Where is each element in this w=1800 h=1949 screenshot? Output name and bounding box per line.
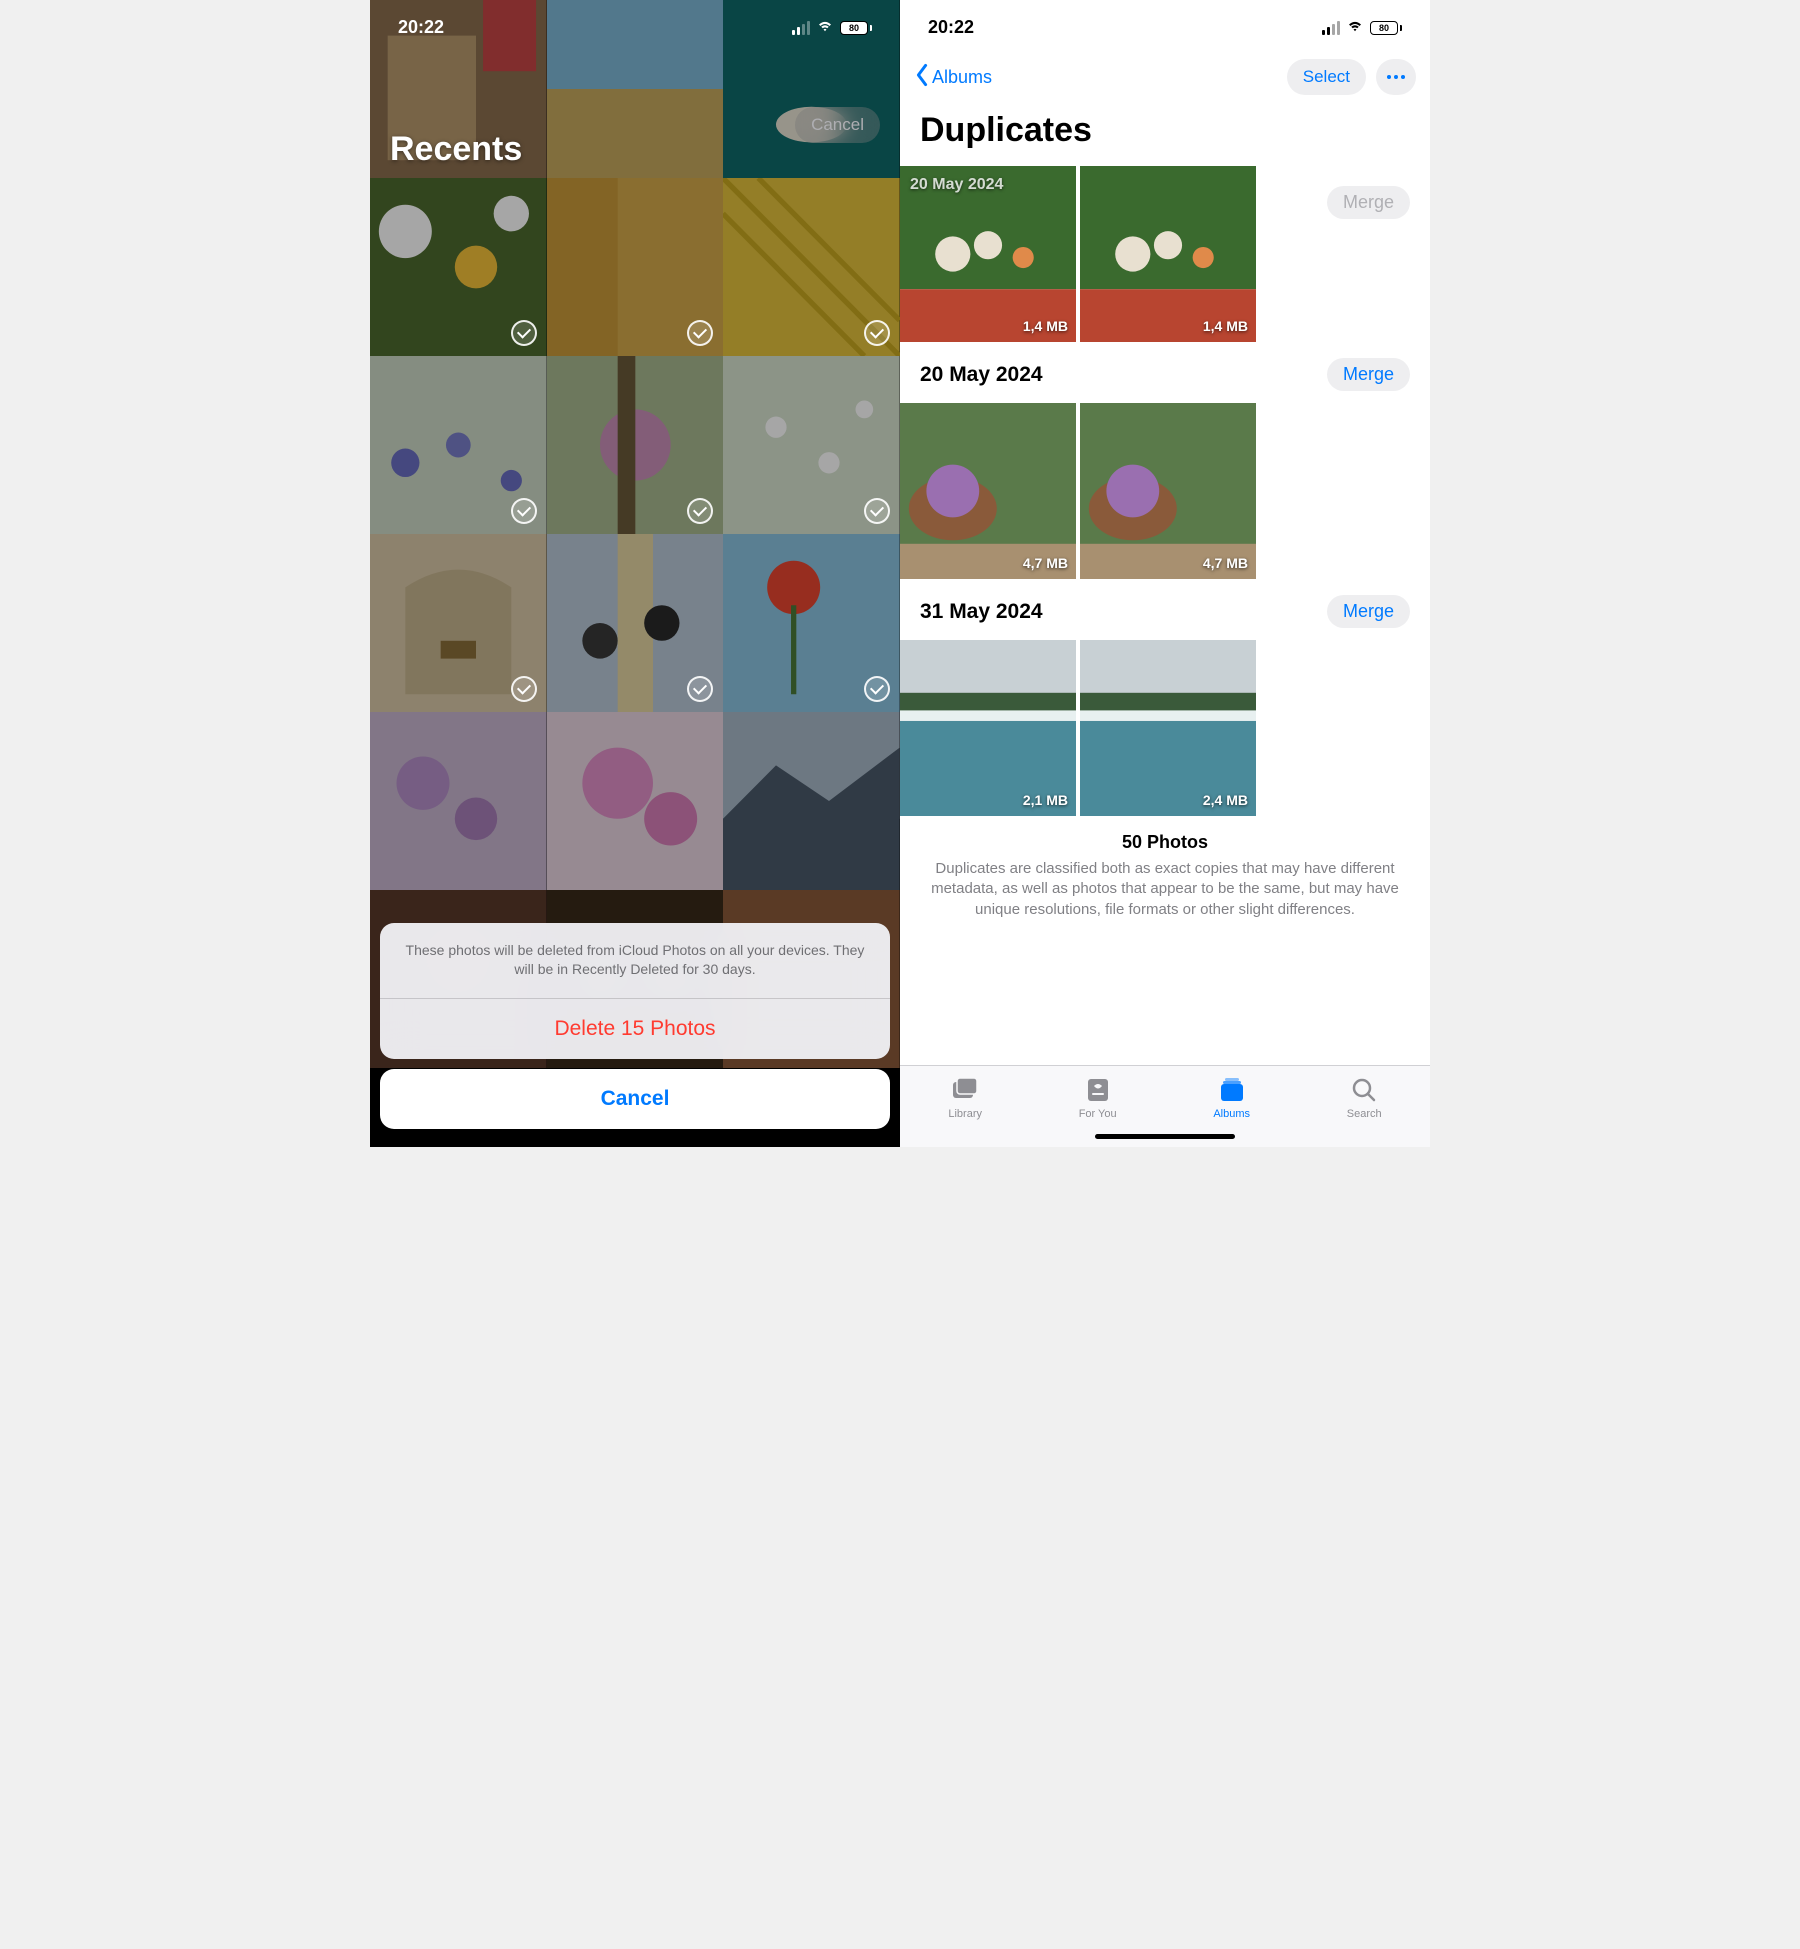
photo-thumb[interactable] xyxy=(723,534,900,712)
file-size-label: 1,4 MB xyxy=(1023,318,1068,334)
photo-date-overlay: 20 May 2024 xyxy=(910,176,1003,194)
photo-thumb[interactable] xyxy=(547,712,724,890)
merge-button[interactable]: Merge xyxy=(1327,186,1410,219)
file-size-label: 1,4 MB xyxy=(1203,318,1248,334)
photo-thumb[interactable] xyxy=(723,356,900,534)
photo-thumb[interactable] xyxy=(370,712,547,890)
signal-icon xyxy=(792,21,810,35)
albums-icon xyxy=(1217,1076,1247,1104)
home-indicator[interactable] xyxy=(565,1134,705,1139)
delete-action-sheet: These photos will be deleted from iCloud… xyxy=(380,923,890,1129)
wifi-icon xyxy=(816,17,834,38)
group-date: 31 May 2024 xyxy=(920,600,1043,624)
photo-thumb[interactable] xyxy=(370,178,547,356)
selection-check-icon xyxy=(511,498,537,524)
duplicate-photo[interactable]: 2,1 MB xyxy=(900,640,1076,816)
group-date: 20 May 2024 xyxy=(920,363,1043,387)
tab-search[interactable]: Search xyxy=(1347,1076,1382,1120)
duplicates-screen: 20:22 80 Albums Select Duplicates xyxy=(900,0,1430,1147)
tab-library[interactable]: Library xyxy=(948,1076,982,1120)
nav-header: Albums Select xyxy=(900,55,1430,105)
file-size-label: 4,7 MB xyxy=(1203,555,1248,571)
duplicate-photo[interactable]: 20 May 2024 1,4 MB xyxy=(900,166,1076,342)
selection-check-icon xyxy=(864,498,890,524)
sheet-message: These photos will be deleted from iCloud… xyxy=(380,923,890,999)
more-icon xyxy=(1386,74,1406,80)
photo-thumb[interactable] xyxy=(370,534,547,712)
more-button[interactable] xyxy=(1376,59,1416,95)
file-size-label: 2,4 MB xyxy=(1203,792,1248,808)
duplicate-photo[interactable]: 4,7 MB xyxy=(1080,403,1256,579)
selection-check-icon xyxy=(511,676,537,702)
signal-icon xyxy=(1322,21,1340,35)
back-button[interactable]: Albums xyxy=(914,63,992,92)
duplicate-photo[interactable]: 1,4 MB xyxy=(1080,166,1256,342)
selection-check-icon xyxy=(864,320,890,346)
duplicate-photo[interactable]: 4,7 MB xyxy=(900,403,1076,579)
home-indicator[interactable] xyxy=(1095,1134,1235,1139)
file-size-label: 4,7 MB xyxy=(1023,555,1068,571)
photo-thumb[interactable] xyxy=(723,712,900,890)
file-size-label: 2,1 MB xyxy=(1023,792,1068,808)
status-time: 20:22 xyxy=(398,17,444,38)
sheet-cancel-button[interactable]: Cancel xyxy=(380,1069,890,1129)
status-time: 20:22 xyxy=(928,17,974,38)
page-title: Duplicates xyxy=(900,105,1430,166)
merge-button[interactable]: Merge xyxy=(1327,358,1410,391)
wifi-icon xyxy=(1346,17,1364,38)
duplicate-pair: 2,1 MB 2,4 MB xyxy=(900,640,1430,816)
duplicate-pair: 4,7 MB 4,7 MB xyxy=(900,403,1430,579)
photo-count: 50 Photos xyxy=(920,832,1410,853)
selection-check-icon xyxy=(864,676,890,702)
library-icon xyxy=(950,1076,980,1104)
photo-thumb[interactable] xyxy=(547,356,724,534)
photo-thumb[interactable] xyxy=(370,356,547,534)
back-label: Albums xyxy=(932,67,992,88)
merge-button[interactable]: Merge xyxy=(1327,595,1410,628)
select-button[interactable]: Select xyxy=(1287,59,1366,95)
tab-albums[interactable]: Albums xyxy=(1213,1076,1250,1120)
status-bar: 20:22 80 xyxy=(370,0,900,55)
selection-check-icon xyxy=(511,320,537,346)
duplicates-description: Duplicates are classified both as exact … xyxy=(920,859,1410,920)
cancel-selection-button[interactable]: Cancel xyxy=(795,107,880,143)
chevron-left-icon xyxy=(914,63,930,92)
photo-thumb[interactable] xyxy=(723,178,900,356)
photo-thumb[interactable] xyxy=(547,534,724,712)
page-title: Recents xyxy=(390,130,522,169)
status-bar: 20:22 80 xyxy=(900,0,1430,55)
battery-icon: 80 xyxy=(1370,21,1402,35)
recents-screen: 20:22 80 Recents Cancel These photos wil… xyxy=(370,0,900,1147)
search-icon xyxy=(1349,1076,1379,1104)
duplicate-photo[interactable]: 2,4 MB xyxy=(1080,640,1256,816)
tab-foryou[interactable]: For You xyxy=(1079,1076,1117,1120)
battery-icon: 80 xyxy=(840,21,872,35)
foryou-icon xyxy=(1083,1076,1113,1104)
photo-thumb[interactable] xyxy=(547,178,724,356)
delete-photos-button[interactable]: Delete 15 Photos xyxy=(380,999,890,1059)
